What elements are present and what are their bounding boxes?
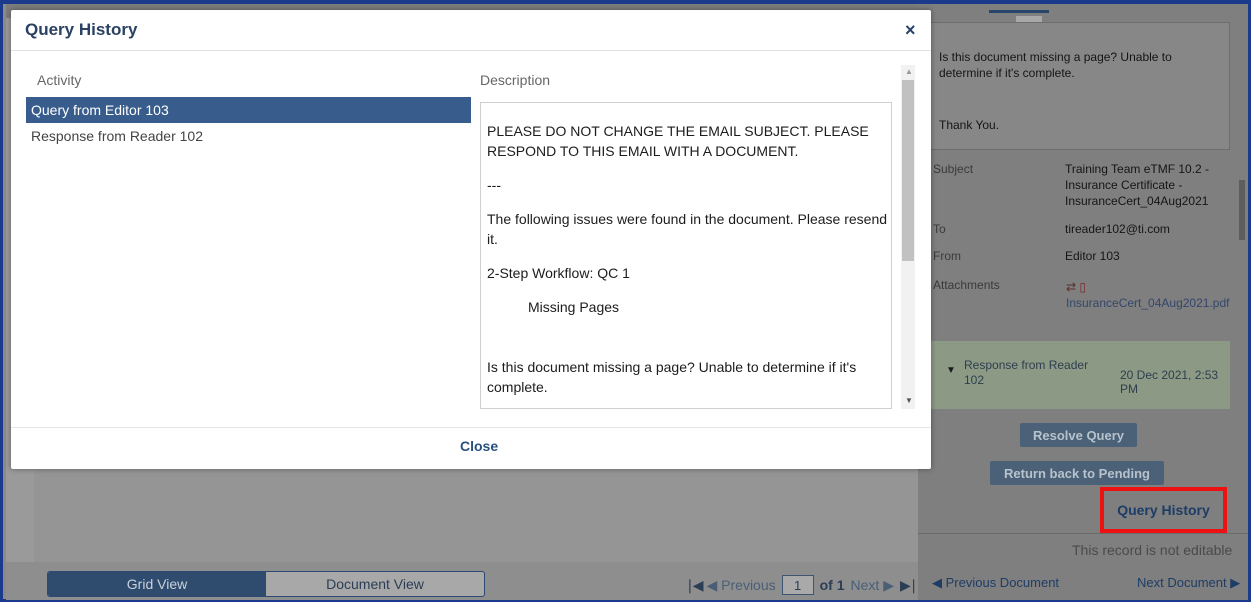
- attachment-icons: ⇄ ▯: [1066, 280, 1086, 294]
- activity-list: Query from Editor 103 Response from Read…: [26, 97, 471, 149]
- panel-scrollbar[interactable]: [1239, 180, 1245, 240]
- scroll-down-icon[interactable]: ▼: [905, 396, 913, 405]
- close-icon[interactable]: ×: [905, 20, 916, 41]
- last-page-icon[interactable]: ▶❘: [900, 577, 919, 594]
- from-label: From: [933, 249, 961, 263]
- description-column-header: Description: [480, 72, 551, 88]
- activity-column-header: Activity: [37, 72, 82, 88]
- first-page-icon[interactable]: ❘◀: [684, 577, 703, 594]
- previous-document-link[interactable]: ◀ Previous Document: [932, 575, 1059, 591]
- query-history-modal: Query History × Activity Description Que…: [11, 10, 931, 469]
- next-document-link[interactable]: Next Document ▶: [1137, 575, 1240, 591]
- subject-label: Subject: [933, 162, 974, 176]
- activity-item[interactable]: Query from Editor 103: [26, 97, 471, 123]
- from-value: Editor 103: [1065, 249, 1120, 263]
- panel-divider: [918, 533, 1248, 534]
- description-paragraph: PLEASE DO NOT CHANGE THE EMAIL SUBJECT. …: [487, 123, 869, 159]
- query-message-box: Is this document missing a page? Unable …: [930, 22, 1230, 150]
- message-thanks: Thank You.: [939, 118, 1000, 132]
- to-label: To: [933, 222, 946, 236]
- page-number-input[interactable]: 1: [781, 575, 814, 595]
- activity-item[interactable]: Response from Reader 102: [26, 123, 471, 149]
- message-text: Is this document missing a page? Unable …: [939, 50, 1172, 80]
- response-label: Response from Reader 102: [964, 358, 1089, 387]
- grid-view-button[interactable]: Grid View: [48, 572, 266, 596]
- response-date: 20 Dec 2021, 2:53 PM: [1120, 368, 1219, 396]
- active-tab-indicator: [989, 10, 1049, 13]
- sync-icon[interactable]: ⇄: [1066, 280, 1076, 294]
- description-paragraph: The following issues were found in the d…: [487, 211, 888, 247]
- return-to-pending-button[interactable]: Return back to Pending: [990, 461, 1164, 485]
- previous-page-link[interactable]: ◀ Previous: [707, 577, 776, 594]
- expand-triangle-icon[interactable]: ▼: [946, 365, 956, 376]
- not-editable-notice: This record is not editable: [1072, 542, 1233, 558]
- description-paragraph: Is this document missing a page? Unable …: [487, 359, 857, 395]
- description-paragraph: ---: [487, 177, 501, 193]
- scroll-up-icon[interactable]: ▲: [905, 67, 913, 76]
- modal-footer: Close: [11, 427, 931, 469]
- next-page-link[interactable]: Next ▶: [851, 577, 894, 594]
- resolve-query-button[interactable]: Resolve Query: [1020, 423, 1137, 447]
- description-paragraph: 2-Step Workflow: QC 1: [487, 265, 630, 281]
- description-paragraph: Missing Pages: [528, 299, 620, 315]
- scrollbar-thumb[interactable]: [902, 80, 914, 261]
- response-entry[interactable]: ▼ Response from Reader 102 20 Dec 2021, …: [930, 341, 1230, 409]
- document-canvas-backdrop: [34, 470, 918, 562]
- close-button[interactable]: Close: [460, 438, 498, 454]
- pdf-icon: ▯: [1079, 280, 1087, 294]
- subject-value: Training Team eTMF 10.2 - Insurance Cert…: [1065, 162, 1210, 208]
- pager: ❘◀ ◀ Previous 1 of 1 Next ▶ ▶❘: [684, 574, 919, 596]
- page-total: of 1: [819, 577, 845, 593]
- document-view-button[interactable]: Document View: [266, 572, 484, 596]
- attachments-label: Attachments: [933, 278, 1000, 292]
- attachment-link[interactable]: InsuranceCert_04Aug2021.pdf: [1066, 295, 1236, 311]
- view-toggle: Grid View Document View: [47, 571, 485, 597]
- query-history-link[interactable]: Query History: [1100, 487, 1227, 533]
- description-box: PLEASE DO NOT CHANGE THE EMAIL SUBJECT. …: [480, 102, 892, 409]
- to-value: tireader102@ti.com: [1065, 222, 1170, 236]
- modal-title: Query History: [25, 20, 138, 39]
- description-content: PLEASE DO NOT CHANGE THE EMAIL SUBJECT. …: [487, 121, 888, 408]
- modal-header: Query History ×: [11, 10, 931, 51]
